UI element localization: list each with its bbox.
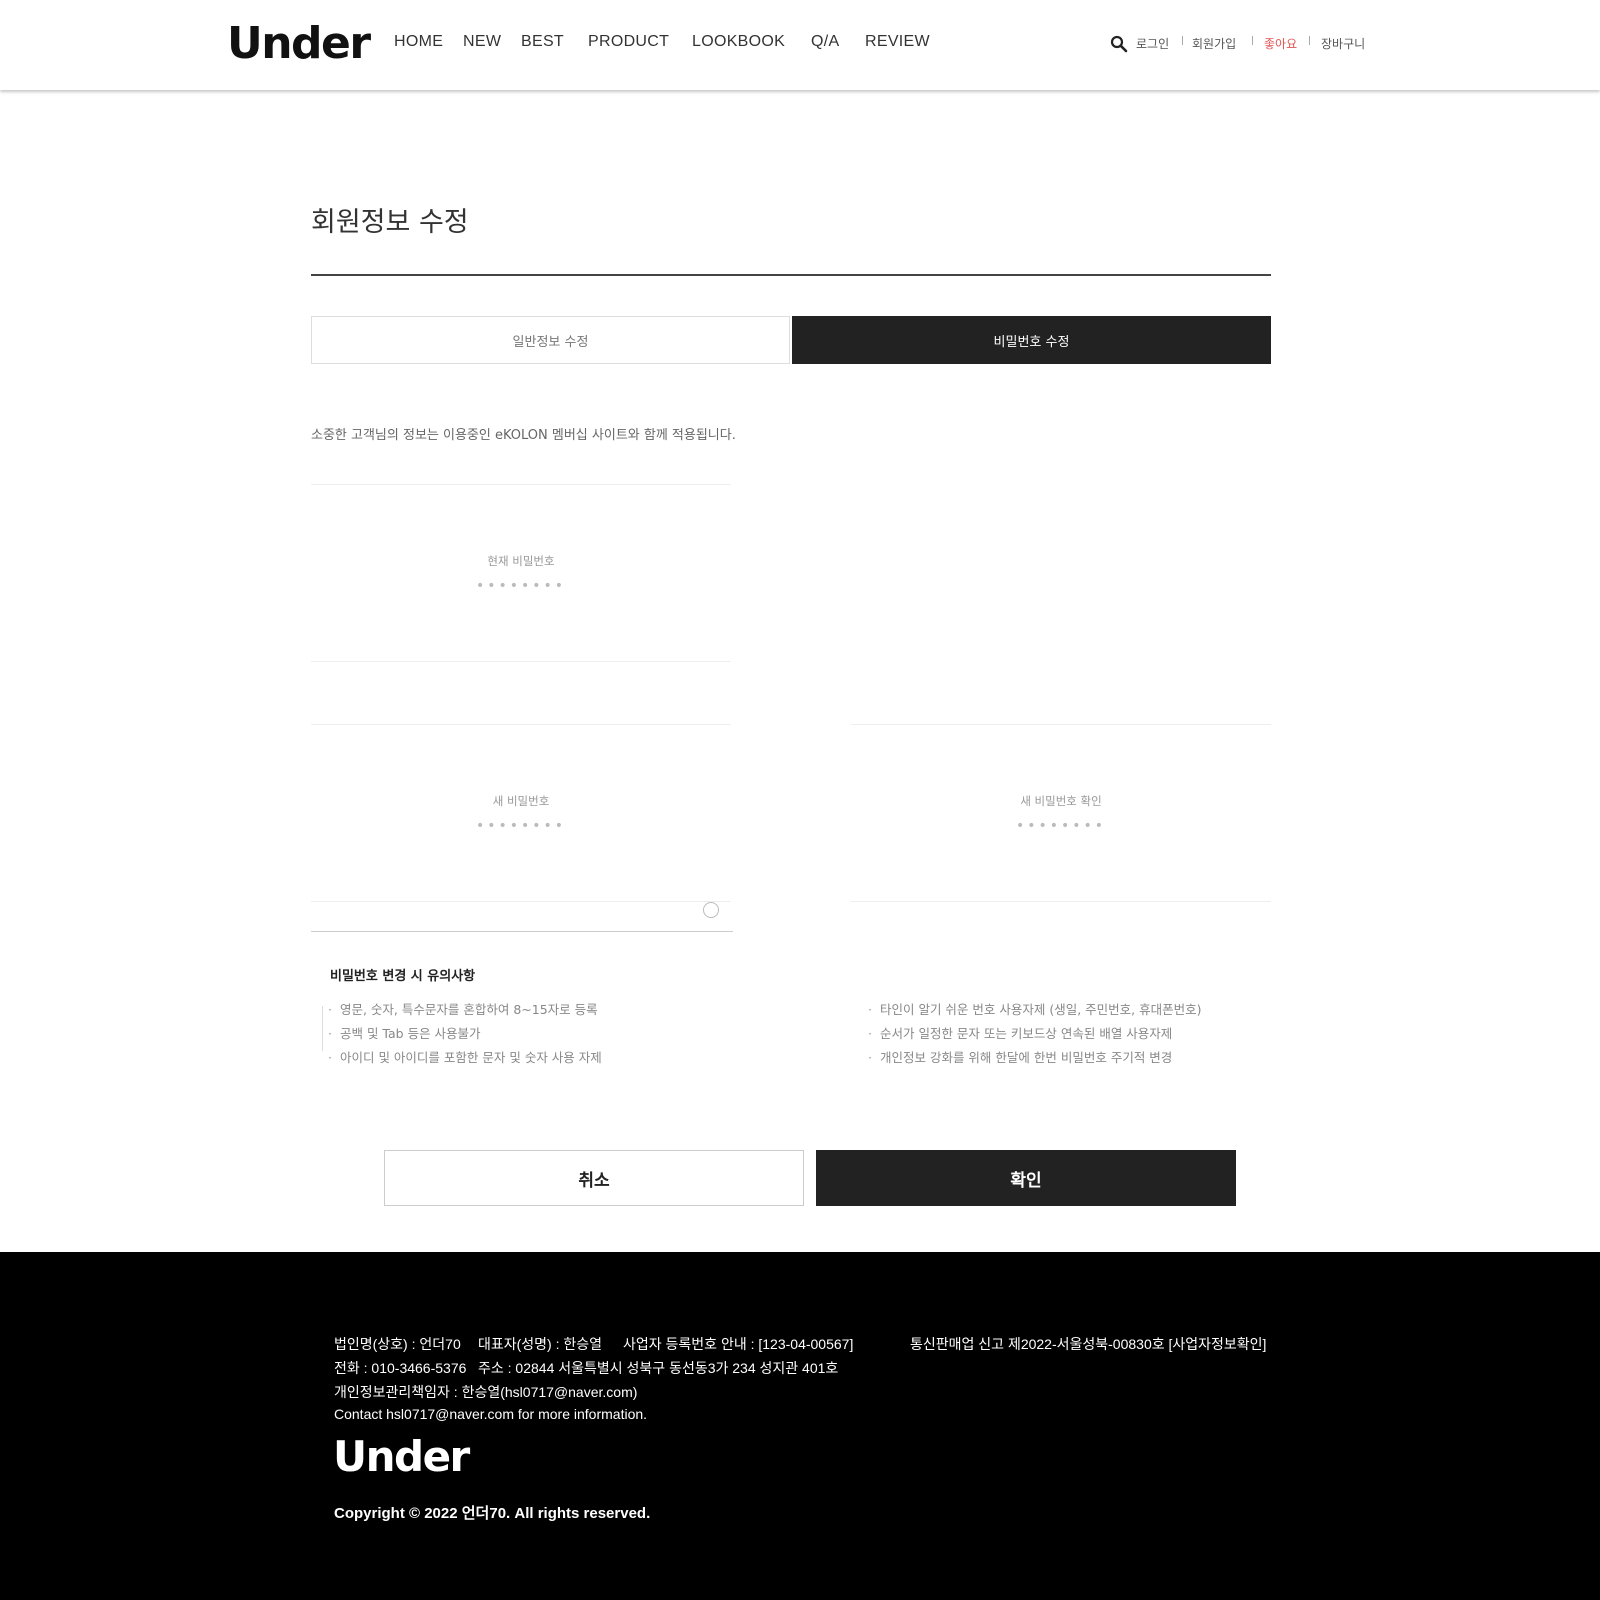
new-password-field: 새 비밀번호 •••••••• [311,724,731,902]
caution-title: 비밀번호 변경 시 유의사항 [330,969,476,984]
tab-general-info[interactable]: 일반정보 수정 [311,316,790,364]
new-password-input[interactable] [371,785,671,845]
footer-address: 주소 : 02844 서울특별시 성북구 동선동3가 234 성지관 401호 [478,1360,839,1376]
signup-link[interactable]: 회원가입 [1192,35,1236,52]
footer-contact: Contact hsl0717@naver.com for more infor… [334,1406,648,1422]
footer-logo: Under [333,1432,470,1481]
list-item: 타인이 알기 쉬운 번호 사용자제 (생일, 주민번호, 휴대폰번호) [868,998,1202,1022]
current-password-field: 현재 비밀번호 •••••••• [311,484,731,662]
site-footer: 법인명(상호) : 언더70 대표자(성명) : 한승열 사업자 등록번호 안내… [0,1252,1600,1600]
caution-list-right: 타인이 알기 쉬운 번호 사용자제 (생일, 주민번호, 휴대폰번호) 순서가 … [868,998,1202,1070]
clipped-row [311,902,733,932]
footer-company: 법인명(상호) : 언더70 [334,1336,461,1352]
util-divider [1309,36,1310,45]
list-item: 공백 및 Tab 등은 사용불가 [328,1022,602,1046]
footer-phone: 전화 : 010-3466-5376 [334,1360,467,1376]
caution-divider [322,1006,323,1051]
page-title: 회원정보 수정 [311,207,469,238]
list-item: 아이디 및 아이디를 포함한 문자 및 숫자 사용 자제 [328,1046,602,1070]
confirm-button[interactable]: 확인 [816,1150,1236,1206]
confirm-password-input[interactable] [911,785,1211,845]
footer-privacy-officer: 개인정보관리책임자 : 한승열(hsl0717@naver.com) [334,1384,638,1400]
footer-copyright: Copyright © 2022 언더70. All rights reserv… [334,1505,651,1522]
caution-list-left: 영문, 숫자, 특수문자를 혼합하여 8~15자로 등록 공백 및 Tab 등은… [328,998,602,1070]
title-divider [311,274,1271,276]
tab-password[interactable]: 비밀번호 수정 [792,316,1271,364]
list-item: 순서가 일정한 문자 또는 키보드상 연속된 배열 사용자제 [868,1022,1202,1046]
footer-biz-number: 사업자 등록번호 안내 : [123-04-00567] [623,1336,854,1352]
confirm-password-field: 새 비밀번호 확인 •••••••• [851,724,1271,902]
footer-ecommerce-license[interactable]: 통신판매업 신고 제2022-서울성북-00830호 [사업자정보확인] [910,1334,1266,1354]
footer-ceo: 대표자(성명) : 한승열 [478,1336,603,1352]
util-divider [1252,36,1253,45]
cart-link[interactable]: 장바구니 [1321,35,1365,52]
login-link[interactable]: 로그인 [1136,35,1169,52]
current-password-input[interactable] [371,545,671,605]
utility-menu: 로그인 회원가입 좋아요 장바구니 [0,35,1600,53]
util-divider [1182,36,1183,45]
list-item: 영문, 숫자, 특수문자를 혼합하여 8~15자로 등록 [328,998,602,1022]
site-header: Under HOME NEW BEST PRODUCT LOOKBOOK Q/A… [0,0,1600,90]
notice-text: 소중한 고객님의 정보는 이용중인 eKOLON 멤버십 사이트와 함께 적용됩… [311,428,736,443]
clipped-radio-icon [703,902,719,918]
cancel-button[interactable]: 취소 [384,1150,804,1206]
list-item: 개인정보 강화를 위해 한달에 한번 비밀번호 주기적 변경 [868,1046,1202,1070]
like-link[interactable]: 좋아요 [1264,35,1297,52]
